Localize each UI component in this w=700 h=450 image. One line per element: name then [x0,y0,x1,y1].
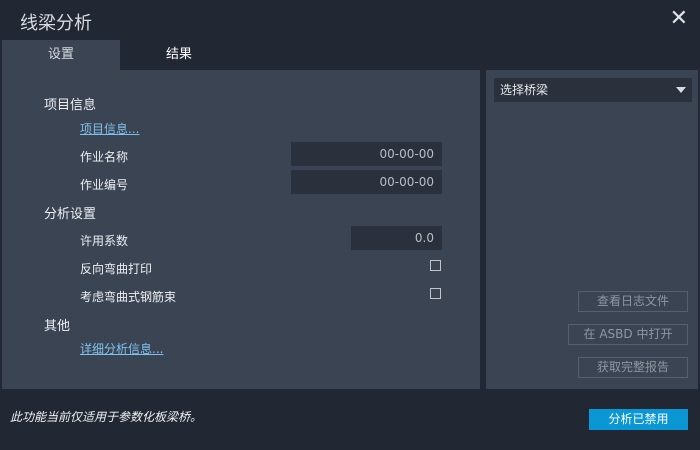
reverse-bending-checkbox[interactable] [430,260,441,271]
tab-results[interactable]: 结果 [120,40,238,70]
tab-settings[interactable]: 设置 [2,40,120,70]
project-info-link[interactable]: 项目信息... [80,120,139,137]
job-name-input[interactable]: 00-00-00 [291,142,442,166]
settings-panel: 项目信息 项目信息... 作业名称 00-00-00 作业编号 00-00-00… [2,70,480,389]
get-report-button[interactable]: 获取完整报告 [578,357,688,378]
bridge-panel: 选择桥梁 查看日志文件 在 ASBD 中打开 获取完整报告 [486,70,698,389]
curved-tendon-checkbox[interactable] [430,288,441,299]
view-log-button[interactable]: 查看日志文件 [578,291,688,312]
reverse-bending-label: 反向弯曲打印 [80,262,153,276]
window-title: 线梁分析 [20,13,92,34]
select-bridge-label: 选择桥梁 [500,83,549,97]
open-in-asbd-button[interactable]: 在 ASBD 中打开 [568,324,688,345]
chevron-down-icon [676,87,686,93]
curved-tendon-label: 考虑弯曲式钢筋束 [80,290,177,304]
project-info-heading: 项目信息 [44,98,97,113]
analysis-settings-heading: 分析设置 [44,207,97,222]
other-heading: 其他 [44,319,71,334]
select-bridge-dropdown[interactable]: 选择桥梁 [494,78,692,102]
job-name-label: 作业名称 [80,150,129,164]
job-number-label: 作业编号 [80,178,129,192]
allowance-factor-input[interactable]: 0.0 [351,226,442,250]
detailed-analysis-link[interactable]: 详细分析信息... [80,340,163,357]
allowance-factor-label: 许用系数 [80,234,129,248]
job-number-input[interactable]: 00-00-00 [291,170,442,194]
analyze-button[interactable]: 分析已禁用 [589,409,688,430]
close-icon[interactable]: ✕ [670,6,688,31]
footer-note: 此功能当前仅适用于参数化板梁桥。 [10,410,203,424]
